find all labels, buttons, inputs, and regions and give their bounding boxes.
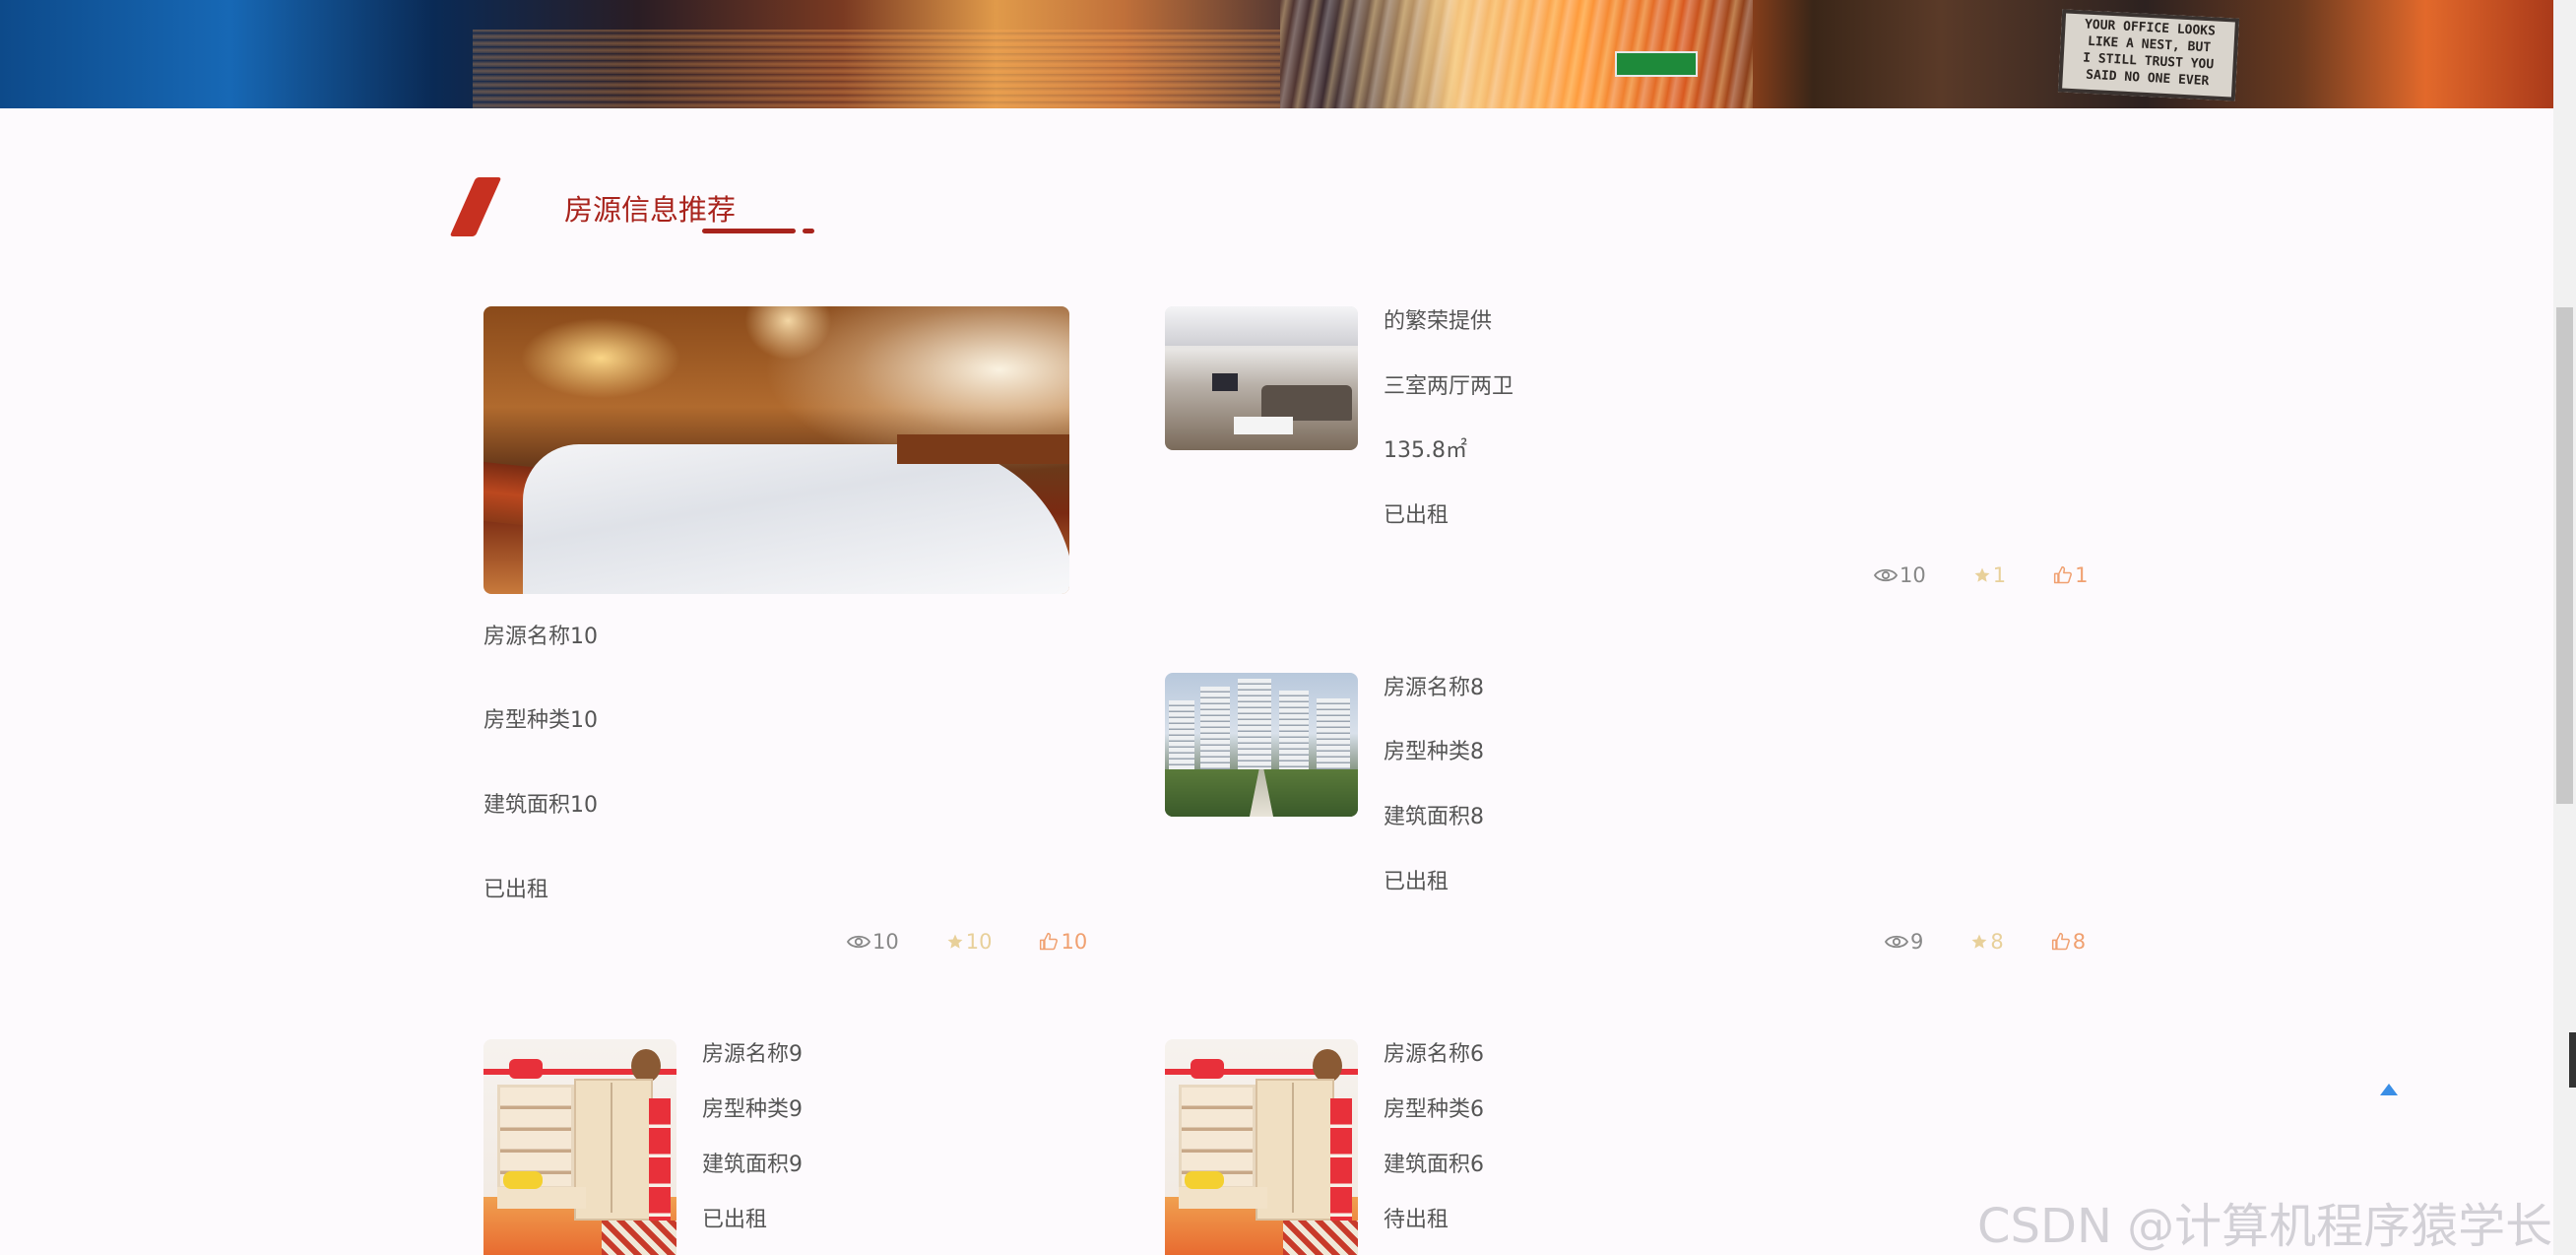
listing-image-kids-room[interactable] [1165, 1039, 1358, 1255]
banner-billboard: YOUR OFFICE LOOKS LIKE A NEST, BUT I STI… [2057, 9, 2240, 101]
section-title: 房源信息推荐 [564, 193, 737, 227]
likes-stat[interactable]: 1 [2053, 563, 2088, 587]
listing-type: 房型种类8 [1384, 740, 1484, 764]
star-icon [1971, 934, 1987, 949]
section-title-underline-dot [803, 229, 814, 233]
kids-pillow [509, 1059, 543, 1079]
listing-area: 建筑面积8 [1384, 805, 1484, 829]
tower-building [1169, 700, 1194, 777]
views-stat: 10 [847, 930, 899, 954]
tower-building [1317, 698, 1350, 777]
thumbs-up-icon [2054, 565, 2073, 584]
kids-yellow-cushion [503, 1171, 543, 1189]
views-count: 10 [872, 930, 899, 954]
thumbs-up-icon [1040, 932, 1059, 951]
watermark: CSDN @计算机程序猿学长 [1977, 1199, 2553, 1254]
living-table [1234, 417, 1293, 434]
kids-pillow [1191, 1059, 1224, 1079]
listing-type: 房型种类9 [702, 1097, 803, 1122]
kids-teddy-bear [631, 1049, 661, 1083]
listing-status: 已出租 [702, 1208, 768, 1232]
scrollbar-thumb[interactable] [2556, 307, 2573, 804]
kids-wardrobe-door-line [611, 1083, 612, 1213]
kids-yellow-cushion [1185, 1171, 1224, 1189]
favorites-stat[interactable]: 10 [946, 930, 993, 954]
likes-count: 1 [2075, 563, 2089, 587]
listing-image-kids-room[interactable] [483, 1039, 676, 1255]
living-sofa [1261, 385, 1352, 421]
living-tv [1212, 373, 1238, 391]
listing-image-bedroom[interactable] [483, 306, 1069, 594]
tower-building [1279, 691, 1309, 777]
listing-status: 已出租 [1384, 870, 1449, 894]
views-count: 10 [1900, 563, 1926, 587]
kids-rug [1283, 1221, 1358, 1255]
kids-teddy-bear [1313, 1049, 1342, 1083]
listing-type: 房型种类10 [483, 708, 598, 733]
listing-image-apartment-towers[interactable] [1165, 673, 1358, 817]
bedside-table [897, 434, 1069, 464]
listing-name[interactable]: 房源名称6 [1384, 1042, 1484, 1068]
eye-icon [1874, 568, 1898, 582]
page-root: YOUR OFFICE LOOKS LIKE A NEST, BUT I STI… [0, 0, 2576, 1255]
section-title-mark [449, 177, 502, 236]
listing-status: 已出租 [1384, 503, 1449, 528]
listing-name[interactable]: 房源名称8 [1384, 676, 1484, 701]
listing-area: 建筑面积9 [702, 1153, 803, 1177]
favorites-count: 10 [965, 930, 993, 954]
likes-count: 10 [1061, 930, 1088, 954]
banner-water-reflection [473, 30, 1280, 108]
favorites-stat[interactable]: 1 [1973, 563, 2006, 587]
listing-name[interactable]: 房源名称9 [702, 1042, 803, 1068]
kids-wardrobe [1256, 1079, 1334, 1221]
favorites-count: 8 [1990, 930, 2004, 954]
kids-rug [602, 1221, 676, 1255]
hero-banner: YOUR OFFICE LOOKS LIKE A NEST, BUT I STI… [0, 0, 2553, 108]
section-title-underline [702, 229, 796, 233]
views-count: 9 [1910, 930, 1924, 954]
back-to-top-button[interactable] [2380, 1084, 2398, 1095]
listing-name[interactable]: 的繁荣提供 [1384, 309, 1492, 335]
listing-image-living-room[interactable] [1165, 306, 1358, 450]
thumbs-up-icon [2051, 932, 2070, 951]
listing-stats: 9 8 8 [1885, 930, 2086, 954]
eye-icon [847, 935, 870, 949]
listing-area: 建筑面积6 [1384, 1153, 1484, 1177]
listing-status: 已出租 [483, 878, 549, 902]
eye-icon [1885, 935, 1908, 949]
listing-type: 房型种类6 [1384, 1097, 1484, 1122]
kids-wardrobe-door-line [1292, 1083, 1294, 1213]
favorites-stat[interactable]: 8 [1970, 930, 2004, 954]
listing-type: 三室两厅两卫 [1384, 374, 1514, 399]
kids-wardrobe [574, 1079, 653, 1221]
likes-stat[interactable]: 10 [1039, 930, 1087, 954]
listing-area: 135.8㎡ [1384, 438, 1467, 463]
views-stat: 10 [1874, 563, 1926, 587]
kids-bench [1179, 1187, 1267, 1209]
tower-building [1200, 687, 1230, 777]
listing-stats: 10 10 10 [847, 930, 1087, 954]
likes-count: 8 [2072, 930, 2087, 954]
kids-bench [497, 1187, 586, 1209]
listing-stats: 10 1 1 [1874, 563, 2088, 587]
tower-building [1238, 679, 1271, 777]
star-icon [1974, 567, 1990, 582]
listing-name[interactable]: 房源名称10 [483, 625, 598, 650]
banner-road-sign [1615, 51, 1698, 77]
star-icon [947, 934, 963, 949]
likes-stat[interactable]: 8 [2051, 930, 2086, 954]
favorites-count: 1 [1992, 563, 2007, 587]
listing-area: 建筑面积10 [483, 793, 598, 818]
views-stat: 9 [1885, 930, 1923, 954]
scrollbar-secondary-thumb[interactable] [2569, 1032, 2576, 1088]
listing-status: 待出租 [1384, 1208, 1449, 1232]
living-ceiling [1165, 306, 1358, 346]
bed-sheet [523, 444, 1069, 594]
